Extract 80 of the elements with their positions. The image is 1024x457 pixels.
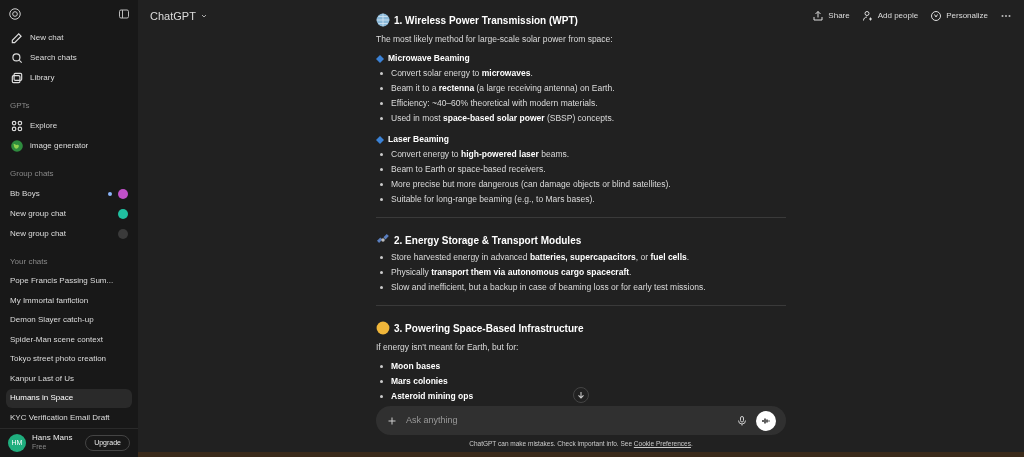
list-item: Moon bases	[391, 360, 441, 373]
chat-item[interactable]: Demon Slayer catch-up	[6, 310, 132, 331]
bullet-icon	[380, 117, 383, 120]
images-icon	[10, 70, 24, 85]
list-item: Asteroid mining ops	[391, 390, 474, 403]
list-item: More precise but more dangerous (can damage objects or blind satellites).	[391, 178, 671, 191]
subheading: Laser Beaming	[388, 133, 449, 146]
list-item: Efficiency: ~40–60% theoretical with modern materials.	[391, 97, 598, 110]
bullet-icon	[380, 153, 383, 156]
bullet-icon	[380, 102, 383, 105]
chat-item[interactable]: Spider-Man scene context	[6, 330, 132, 350]
bullet-icon	[380, 256, 383, 259]
sidebar-item[interactable]: Library	[6, 67, 132, 88]
globe-icon	[376, 13, 390, 27]
list-item: Beam it to a rectenna (a large receiving antenna) on Earth.	[391, 82, 615, 95]
personalize-icon	[930, 10, 943, 22]
edit-icon	[10, 30, 24, 45]
bullet-icon	[380, 380, 383, 383]
sidebar-item[interactable]: New group chat	[6, 203, 132, 224]
section-heading: Group chats	[9, 167, 55, 180]
list-item: Slow and inefficient, but a backup in case of beaming loss or for early test missions.	[391, 281, 706, 294]
chat-item[interactable]: KYC Verification Email Draft	[6, 408, 132, 428]
globe-icon	[10, 138, 24, 153]
bullet-icon	[380, 72, 383, 75]
header-action[interactable]: Add people	[861, 10, 919, 22]
diamond-icon	[376, 135, 384, 144]
header-action[interactable]: Share	[812, 10, 850, 22]
list-item: Store harvested energy in advanced batteries, supercapacitors, or fuel cells.	[391, 251, 690, 264]
bullet-icon	[380, 395, 383, 398]
user-name: Hans Mans	[32, 433, 73, 444]
list-item: Suitable for long-range beaming (e.g., to Mars bases).	[391, 193, 595, 206]
list-item: Used in most space-based solar power (SBSP) concepts.	[391, 112, 614, 125]
chat-item[interactable]: Pope Francis Passing Sum...	[6, 271, 132, 292]
sidebar-item[interactable]: New group chat	[6, 223, 132, 244]
section-heading: Your chats	[9, 255, 49, 268]
arrow-down-icon	[576, 390, 586, 400]
bullet-icon	[380, 271, 383, 274]
sidebar-toggle-icon[interactable]	[118, 7, 130, 20]
scroll-down-button[interactable]	[573, 387, 589, 403]
header-action[interactable]: Personalize	[930, 10, 988, 22]
list-item: Physically transport them via autonomous cargo spacecraft.	[391, 266, 632, 279]
section-heading: 1. Wireless Power Transmission (WPT)	[394, 13, 578, 28]
message-field[interactable]: Ask anything	[376, 406, 786, 435]
paragraph: The most likely method for large-scale solar power from space:	[376, 33, 614, 46]
sidebar-item[interactable]: Bb Boys	[6, 183, 132, 204]
chat-item[interactable]: Tokyo street photo creation	[6, 349, 132, 370]
section-heading: GPTs	[9, 99, 31, 112]
bullet-icon	[380, 183, 383, 186]
list-item: Mars colonies	[391, 375, 448, 388]
bullet-icon	[380, 198, 383, 201]
bullet-icon	[380, 365, 383, 368]
sun-icon	[376, 321, 390, 335]
grid-icon	[10, 118, 24, 133]
chat-item[interactable]: Kanpur Last of Us	[6, 369, 132, 389]
logo-icon[interactable]	[8, 6, 22, 21]
paragraph: If energy isn't meant for Earth, but for:	[376, 341, 520, 354]
chat-item[interactable]: My Immortal fanfiction	[6, 291, 132, 311]
caret-icon	[199, 12, 208, 20]
section-heading: 3. Powering Space-Based Infrastructure	[394, 321, 584, 336]
section-heading: 2. Energy Storage & Transport Modules	[394, 233, 582, 248]
bullet-icon	[380, 87, 383, 90]
sidebar-item[interactable]: New chat	[6, 27, 132, 48]
voice-button[interactable]	[756, 410, 776, 431]
bullet-icon	[380, 286, 383, 289]
list-item: Convert energy to high-powered laser beams.	[391, 148, 570, 161]
microphone-icon[interactable]	[736, 414, 748, 427]
search-icon	[10, 50, 24, 65]
diamond-icon	[376, 54, 384, 63]
sidebar-item[interactable]: Search chats	[6, 47, 132, 68]
add-person-icon	[861, 10, 874, 22]
list-item: Convert solar energy to microwaves.	[391, 67, 533, 80]
chat-item[interactable]: Humans in Space	[6, 388, 132, 409]
model-selector[interactable]: ChatGPT	[150, 7, 208, 25]
message-input[interactable]: Ask anything	[406, 413, 728, 428]
list-item: Beam to Earth or space-based receivers.	[391, 163, 546, 176]
sidebar-item[interactable]: Explore	[6, 115, 132, 136]
sidebar-item[interactable]: image generator	[6, 135, 132, 156]
share-icon	[812, 10, 825, 22]
bullet-icon	[380, 168, 383, 171]
subheading: Microwave Beaming	[388, 52, 470, 65]
